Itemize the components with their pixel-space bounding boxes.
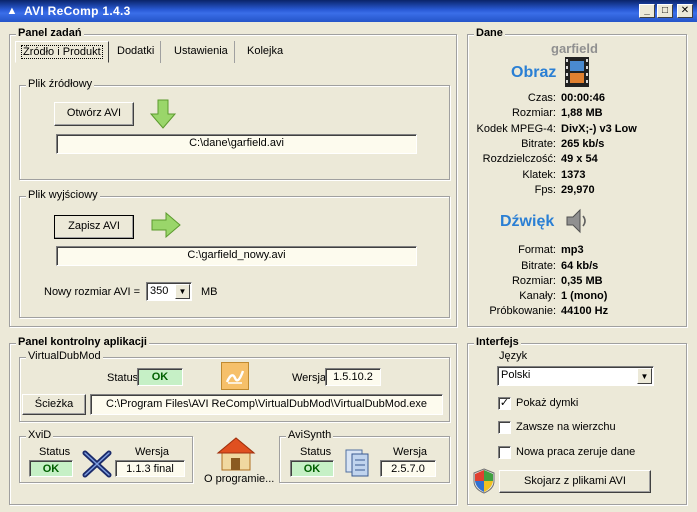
audio-info-value: mp3 bbox=[561, 244, 584, 256]
audio-info-value: 64 kb/s bbox=[561, 260, 599, 272]
app-icon[interactable]: ▲ bbox=[5, 4, 19, 18]
avisynth-version-label: Wersja bbox=[393, 446, 428, 458]
about-link[interactable]: O programie... bbox=[204, 473, 274, 485]
size-unit-label: MB bbox=[201, 286, 218, 298]
video-info-label: Fps: bbox=[534, 184, 556, 196]
tab-label: Ustawienia bbox=[174, 45, 228, 57]
associate-avi-button[interactable]: Skojarz z plikami AVI bbox=[499, 470, 651, 493]
always-on-top-label[interactable]: Zawsze na wierzchu bbox=[516, 421, 616, 433]
video-info-label: Kodek MPEG-4: bbox=[476, 123, 556, 135]
show-tooltips-label[interactable]: Pokaż dymki bbox=[516, 397, 578, 409]
new-size-select[interactable]: 350 ▼ bbox=[146, 282, 192, 301]
minimize-button[interactable]: _ bbox=[639, 4, 655, 18]
language-select[interactable]: Polski ▼ bbox=[497, 366, 654, 386]
vdm-status-label: Status bbox=[107, 372, 139, 384]
forward-arrow-icon bbox=[151, 212, 181, 238]
video-info-label: Czas: bbox=[527, 92, 556, 104]
audio-info-label: Próbkowanie: bbox=[489, 305, 556, 317]
avisynth-status-label: Status bbox=[300, 446, 332, 458]
xvid-icon bbox=[82, 450, 112, 478]
home-icon[interactable] bbox=[216, 436, 256, 472]
tab-settings[interactable]: Ustawienia bbox=[168, 41, 235, 63]
vdm-status-badge: OK bbox=[137, 368, 183, 386]
tasks-panel-title: Panel zadań bbox=[16, 27, 84, 39]
source-file-group: Plik źródłowy bbox=[19, 78, 450, 180]
audio-info-label: Format: bbox=[518, 244, 556, 256]
chevron-down-icon[interactable]: ▼ bbox=[175, 284, 190, 299]
video-info-label: Rozdzielczość: bbox=[482, 153, 556, 165]
download-arrow-icon bbox=[150, 99, 176, 129]
open-avi-button[interactable]: Otwórz AVI bbox=[54, 102, 134, 126]
video-info-value: 265 kb/s bbox=[561, 138, 605, 150]
film-strip-icon bbox=[565, 57, 589, 87]
video-info-label: Klatek: bbox=[522, 169, 556, 181]
video-info-value: DivX;-) v3 Low bbox=[561, 123, 637, 135]
close-button[interactable]: ✕ bbox=[677, 4, 693, 18]
xvid-version-label: Wersja bbox=[135, 446, 170, 458]
new-size-value: 350 bbox=[150, 285, 169, 297]
maximize-button[interactable]: □ bbox=[657, 4, 673, 18]
title-bar[interactable]: ▲ AVI ReComp 1.4.3 _ □ ✕ bbox=[0, 0, 697, 22]
speaker-icon bbox=[566, 208, 586, 234]
video-section-title: Obraz bbox=[511, 64, 557, 81]
control-panel-title: Panel kontrolny aplikacji bbox=[16, 336, 149, 348]
tab-extras[interactable]: Dodatki bbox=[111, 41, 162, 63]
video-info-value: 29,970 bbox=[561, 184, 595, 196]
new-size-label: Nowy rozmiar AVI = bbox=[44, 286, 141, 298]
xvid-status-badge: OK bbox=[29, 460, 73, 477]
window-title: AVI ReComp 1.4.3 bbox=[24, 4, 131, 18]
reset-data-label[interactable]: Nowa praca zeruje dane bbox=[516, 446, 635, 458]
video-info-label: Rozmiar: bbox=[511, 107, 556, 119]
xvid-version-field: 1.1.3 final bbox=[115, 460, 185, 477]
xvid-status-label: Status bbox=[39, 446, 71, 458]
show-tooltips-checkbox[interactable]: ✓ bbox=[498, 397, 511, 410]
avisynth-status-badge: OK bbox=[290, 460, 334, 477]
vdm-path-button[interactable]: Ścieżka bbox=[22, 394, 86, 415]
virtualdubmod-icon bbox=[221, 362, 249, 390]
audio-info-value: 1 (mono) bbox=[561, 290, 608, 302]
output-path-field[interactable]: C:\garfield_nowy.avi bbox=[56, 246, 417, 266]
interface-panel-title: Interfejs bbox=[474, 336, 521, 348]
audio-info-label: Bitrate: bbox=[521, 260, 556, 272]
audio-section-title: Dźwięk bbox=[500, 213, 555, 230]
shield-icon bbox=[473, 468, 495, 494]
video-info-value: 00:00:46 bbox=[561, 92, 606, 104]
reset-data-checkbox[interactable] bbox=[498, 446, 511, 459]
vdm-version-field: 1.5.10.2 bbox=[325, 368, 381, 386]
avisynth-icon bbox=[345, 449, 369, 477]
audio-info-label: Kanały: bbox=[519, 290, 556, 302]
audio-info-value: 0,35 MB bbox=[561, 275, 603, 287]
language-value: Polski bbox=[501, 369, 531, 381]
avisynth-version-field: 2.5.7.0 bbox=[380, 460, 436, 477]
xvid-legend: XviD bbox=[26, 429, 54, 441]
avisynth-legend: AviSynth bbox=[286, 429, 334, 441]
tab-label: Kolejka bbox=[247, 45, 284, 57]
audio-info-label: Rozmiar: bbox=[511, 275, 556, 287]
always-on-top-checkbox[interactable] bbox=[498, 421, 511, 434]
file-name-label: garfield bbox=[551, 41, 598, 56]
tab-label: Dodatki bbox=[117, 45, 155, 57]
chevron-down-icon[interactable]: ▼ bbox=[637, 368, 652, 384]
vdm-path-field[interactable]: C:\Program Files\AVI ReComp\VirtualDubMo… bbox=[90, 394, 443, 415]
source-path-field[interactable]: C:\dane\garfield.avi bbox=[56, 134, 417, 154]
video-info-label: Bitrate: bbox=[521, 138, 556, 150]
source-file-legend: Plik źródłowy bbox=[26, 78, 95, 90]
output-file-legend: Plik wyjściowy bbox=[26, 189, 100, 201]
video-info-value: 49 x 54 bbox=[561, 153, 598, 165]
video-info-value: 1373 bbox=[561, 169, 586, 181]
audio-info-value: 44100 Hz bbox=[561, 305, 609, 317]
vdm-version-label: Wersja bbox=[292, 372, 327, 384]
tab-label: Źródło i Produkt bbox=[21, 45, 103, 59]
data-panel-title: Dane bbox=[474, 27, 505, 39]
video-info-value: 1,88 MB bbox=[561, 107, 603, 119]
tab-source-product[interactable]: Źródło i Produkt bbox=[15, 41, 109, 63]
language-label: Język bbox=[499, 350, 528, 362]
save-avi-button[interactable]: Zapisz AVI bbox=[54, 215, 134, 239]
tab-queue[interactable]: Kolejka bbox=[241, 41, 289, 63]
virtualdubmod-legend: VirtualDubMod bbox=[26, 350, 103, 362]
